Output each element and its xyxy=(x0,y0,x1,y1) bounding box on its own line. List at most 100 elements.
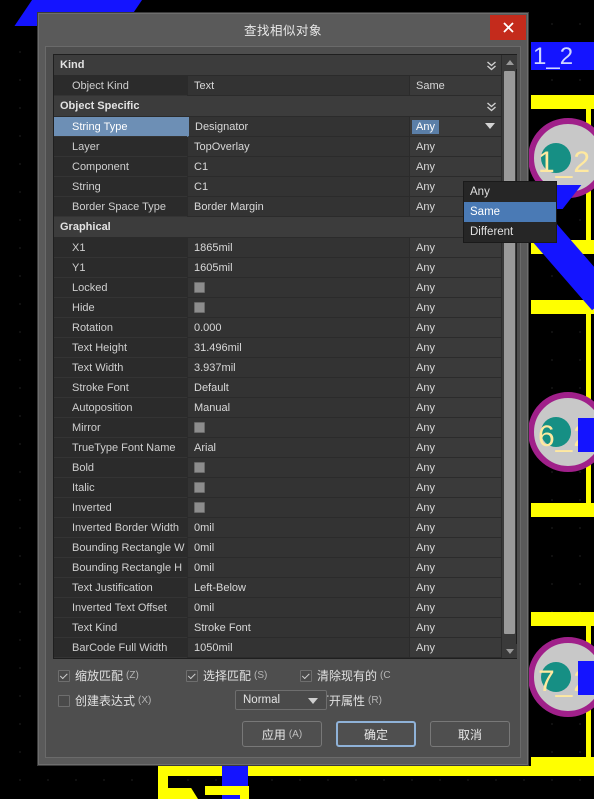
match-mode-value[interactable]: Any xyxy=(409,278,501,298)
match-mode-value[interactable]: Any xyxy=(409,358,501,378)
property-checkbox-box[interactable] xyxy=(194,422,205,433)
property-value-checkbox[interactable] xyxy=(187,418,409,438)
property-checkbox-box[interactable] xyxy=(194,502,205,513)
property-value[interactable]: 3.937mil xyxy=(187,358,409,378)
property-row[interactable]: Layer TopOverlay Any xyxy=(54,137,501,157)
property-row[interactable]: Text Justification Left-Below Any xyxy=(54,578,501,598)
scrollbar-thumb[interactable] xyxy=(504,71,515,634)
property-checkbox-box[interactable] xyxy=(194,482,205,493)
property-row[interactable]: X1 1865mil Any xyxy=(54,238,501,258)
checkbox-zoom-match[interactable]: 缩放匹配 (Z) xyxy=(58,667,139,684)
match-mode-value[interactable]: Any xyxy=(409,298,501,318)
checkbox-clear-existing[interactable]: 清除现有的 (C xyxy=(300,667,391,684)
section-header[interactable]: Kind xyxy=(54,55,501,76)
apply-button[interactable]: 应用 (A) xyxy=(242,721,322,747)
match-mode-value[interactable]: Any xyxy=(409,518,501,538)
property-value[interactable]: 31.496mil xyxy=(187,338,409,358)
match-mode-value[interactable]: Any xyxy=(409,378,501,398)
property-value[interactable]: Arial xyxy=(187,438,409,458)
match-mode-value[interactable]: Any xyxy=(409,458,501,478)
property-row[interactable]: Italic Any xyxy=(54,478,501,498)
property-value[interactable]: 1605mil xyxy=(187,258,409,278)
match-mode-value[interactable]: Any xyxy=(409,638,501,658)
property-row[interactable]: TrueType Font Name Arial Any xyxy=(54,438,501,458)
checkbox-create-expression[interactable]: 创建表达式 (X) xyxy=(58,692,151,709)
property-checkbox-box[interactable] xyxy=(194,462,205,473)
property-value[interactable]: Designator xyxy=(187,117,409,137)
property-value-checkbox[interactable] xyxy=(187,298,409,318)
property-row[interactable]: Text Kind Stroke Font Any xyxy=(54,618,501,638)
property-value[interactable]: 0mil xyxy=(187,518,409,538)
property-row[interactable]: Locked Any xyxy=(54,278,501,298)
property-value[interactable]: 0mil xyxy=(187,538,409,558)
match-mode-value[interactable]: Any xyxy=(409,258,501,278)
property-row[interactable]: Object Kind Text Same xyxy=(54,76,501,96)
property-grid-scrollbar[interactable] xyxy=(501,55,517,658)
property-value-checkbox[interactable] xyxy=(187,478,409,498)
match-mode-value[interactable]: Any xyxy=(409,137,501,157)
chevron-double-down-icon[interactable] xyxy=(481,55,501,75)
match-mode-value[interactable]: Any xyxy=(409,438,501,458)
match-mode-value[interactable]: Any xyxy=(409,618,501,638)
dropdown-option[interactable]: Any xyxy=(464,182,556,202)
property-value[interactable]: C1 xyxy=(187,177,409,197)
property-value[interactable]: Left-Below xyxy=(187,578,409,598)
checkbox-clear-existing-box[interactable] xyxy=(300,669,312,682)
property-row[interactable]: Inverted Border Width 0mil Any xyxy=(54,518,501,538)
property-checkbox-box[interactable] xyxy=(194,302,205,313)
match-mode-select-open[interactable]: Any xyxy=(409,117,501,137)
match-mode-value[interactable]: Any xyxy=(409,338,501,358)
property-value[interactable]: Default xyxy=(187,378,409,398)
property-value[interactable]: 0.000 xyxy=(187,318,409,338)
match-mode-value[interactable]: Same xyxy=(409,76,501,96)
section-header[interactable]: Graphical xyxy=(54,217,501,238)
property-row[interactable]: String C1 Any xyxy=(54,177,501,197)
cancel-button[interactable]: 取消 xyxy=(430,721,510,747)
property-value-checkbox[interactable] xyxy=(187,458,409,478)
checkbox-create-expression-box[interactable] xyxy=(58,694,70,707)
property-value[interactable]: 1865mil xyxy=(187,238,409,258)
match-mode-value[interactable]: Any xyxy=(409,558,501,578)
match-mode-value[interactable]: Any xyxy=(409,498,501,518)
property-value[interactable]: 0mil xyxy=(187,598,409,618)
property-value[interactable]: Manual xyxy=(187,398,409,418)
property-row[interactable]: Rotation 0.000 Any xyxy=(54,318,501,338)
property-row[interactable]: Bounding Rectangle H 0mil Any xyxy=(54,558,501,578)
match-mode-value[interactable]: Any xyxy=(409,578,501,598)
property-value-checkbox[interactable] xyxy=(187,498,409,518)
property-row[interactable]: Bounding Rectangle W 0mil Any xyxy=(54,538,501,558)
dropdown-option[interactable]: Different xyxy=(464,222,556,242)
match-mode-field[interactable]: Any xyxy=(410,117,501,136)
property-row[interactable]: Stroke Font Default Any xyxy=(54,378,501,398)
close-icon[interactable] xyxy=(490,15,526,40)
property-row[interactable]: BarCode Full Width 1050mil Any xyxy=(54,638,501,658)
match-mode-value[interactable]: Any xyxy=(409,418,501,438)
property-row[interactable]: String Type Designator Any xyxy=(54,117,501,137)
property-checkbox-box[interactable] xyxy=(194,282,205,293)
match-mode-value[interactable]: Any xyxy=(409,157,501,177)
mode-select[interactable]: Normal xyxy=(235,690,327,710)
match-mode-value[interactable]: Any xyxy=(409,398,501,418)
match-mode-value[interactable]: Any xyxy=(409,318,501,338)
property-row[interactable]: Inverted Any xyxy=(54,498,501,518)
match-mode-value[interactable]: Any xyxy=(409,538,501,558)
match-mode-value[interactable]: Any xyxy=(409,478,501,498)
property-value-checkbox[interactable] xyxy=(187,278,409,298)
property-row[interactable]: Hide Any xyxy=(54,298,501,318)
ok-button[interactable]: 确定 xyxy=(336,721,416,747)
property-value[interactable]: Border Margin xyxy=(187,197,409,217)
chevron-double-down-icon[interactable] xyxy=(481,96,501,116)
property-value[interactable]: 1050mil xyxy=(187,638,409,658)
property-value[interactable]: C1 xyxy=(187,157,409,177)
property-row[interactable]: Component C1 Any xyxy=(54,157,501,177)
section-header[interactable]: Object Specific xyxy=(54,96,501,117)
property-value[interactable]: Text xyxy=(187,76,409,96)
chevron-down-icon[interactable] xyxy=(485,123,495,129)
match-mode-dropdown-list[interactable]: Any Same Different xyxy=(463,181,557,243)
dropdown-option[interactable]: Same xyxy=(464,202,556,222)
property-row[interactable]: Text Width 3.937mil Any xyxy=(54,358,501,378)
property-value[interactable]: TopOverlay xyxy=(187,137,409,157)
property-row[interactable]: Inverted Text Offset 0mil Any xyxy=(54,598,501,618)
property-value[interactable]: Stroke Font xyxy=(187,618,409,638)
property-value[interactable]: 0mil xyxy=(187,558,409,578)
